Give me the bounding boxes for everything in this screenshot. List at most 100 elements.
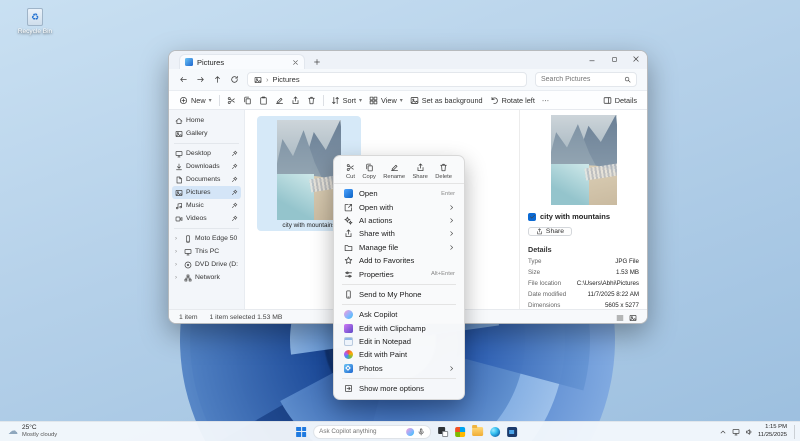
tab-pictures[interactable]: Pictures bbox=[179, 54, 305, 69]
menu-item-edit-in-notepad[interactable]: Edit in Notepad bbox=[334, 335, 464, 348]
sidebar-item-desktop[interactable]: Desktop bbox=[172, 147, 241, 160]
window-controls: – bbox=[581, 51, 647, 69]
system-tray: 1:15 PM 11/25/2025 bbox=[719, 424, 796, 438]
minimize-button[interactable]: – bbox=[581, 51, 603, 69]
photo-region bbox=[551, 164, 589, 205]
sidebar-item-this-pc[interactable]: › This PC bbox=[172, 245, 241, 258]
thumbnail-view-toggle-icon[interactable] bbox=[629, 314, 637, 322]
speaker-icon[interactable] bbox=[745, 428, 753, 436]
paste-button[interactable] bbox=[259, 96, 268, 105]
menu-item-open[interactable]: Open Enter bbox=[334, 187, 464, 200]
location-icon bbox=[254, 76, 262, 84]
menu-item-edit-with-clipchamp[interactable]: Edit with Clipchamp bbox=[334, 322, 464, 335]
sidebar-item-videos[interactable]: Videos bbox=[172, 212, 241, 225]
context-menu: Cut Copy Rename Share Delete Open Enter … bbox=[333, 155, 465, 400]
selected-checkbox-icon[interactable] bbox=[528, 213, 536, 221]
menu-item-show-more-options[interactable]: Show more options bbox=[334, 382, 464, 395]
quick-cut-button[interactable]: Cut bbox=[346, 163, 355, 180]
network-tray-icon[interactable] bbox=[732, 428, 740, 436]
weather-widget[interactable]: ☁ 25°C Mostly cloudy bbox=[8, 424, 57, 438]
refresh-button[interactable] bbox=[230, 75, 239, 84]
set-as-background-button[interactable]: Set as background bbox=[410, 96, 483, 105]
recycle-bin-desktop-icon[interactable]: ♻ Recycle Bin bbox=[12, 8, 58, 35]
sort-button[interactable]: Sort▾ bbox=[331, 96, 362, 105]
file-explorer-taskbar-icon[interactable] bbox=[472, 427, 483, 436]
sidebar-item-label: Network bbox=[195, 274, 238, 281]
show-desktop-button[interactable] bbox=[794, 425, 796, 439]
command-bar: New▾ Sort▾ View▾ Set as background bbox=[169, 91, 647, 110]
microsoft-app-icon[interactable] bbox=[455, 427, 465, 437]
menu-item-open-with[interactable]: Open with bbox=[334, 200, 464, 213]
menu-item-share-with[interactable]: Share with bbox=[334, 227, 464, 240]
rotate-left-button[interactable]: Rotate left bbox=[490, 96, 535, 105]
taskbar-search-input[interactable] bbox=[319, 428, 403, 435]
start-button[interactable] bbox=[296, 427, 306, 437]
sidebar-item-dvd-drive[interactable]: › DVD Drive (D:) C bbox=[172, 258, 241, 271]
back-button[interactable] bbox=[179, 75, 188, 84]
tab-close-icon[interactable] bbox=[292, 59, 299, 66]
view-button[interactable]: View▾ bbox=[369, 96, 403, 105]
submenu-chevron-icon bbox=[448, 217, 455, 224]
details-row-type: Type JPG File bbox=[528, 258, 639, 265]
title-bar[interactable]: Pictures – bbox=[169, 51, 647, 69]
sidebar-item-label: Moto Edge 50 N bbox=[195, 235, 238, 242]
sidebar-item-network[interactable]: › Network bbox=[172, 271, 241, 284]
delete-button[interactable] bbox=[307, 96, 316, 105]
cut-button[interactable] bbox=[227, 96, 236, 105]
new-tab-button[interactable] bbox=[313, 58, 321, 66]
sidebar-item-gallery[interactable]: Gallery bbox=[172, 127, 241, 140]
maximize-button[interactable] bbox=[603, 51, 625, 69]
list-view-toggle-icon[interactable] bbox=[616, 314, 624, 322]
menu-item-add-to-favorites[interactable]: Add to Favorites bbox=[334, 254, 464, 267]
quick-delete-button[interactable]: Delete bbox=[435, 163, 452, 180]
forward-button[interactable] bbox=[196, 75, 205, 84]
delete-icon bbox=[439, 163, 448, 172]
menu-item-edit-with-paint[interactable]: Edit with Paint bbox=[334, 348, 464, 361]
new-button[interactable]: New▾ bbox=[179, 96, 212, 105]
search-box[interactable] bbox=[535, 72, 637, 87]
menu-item-send-to-my-phone[interactable]: Send to My Phone bbox=[334, 288, 464, 301]
taskbar-search[interactable] bbox=[313, 425, 431, 439]
pin-icon bbox=[231, 176, 238, 183]
star-icon bbox=[344, 256, 353, 265]
sidebar-item-label: This PC bbox=[195, 248, 238, 255]
sidebar-item-pictures[interactable]: Pictures bbox=[172, 186, 241, 199]
more-options-icon[interactable]: ⋯ bbox=[542, 96, 549, 105]
search-input[interactable] bbox=[541, 76, 624, 83]
quick-share-button[interactable]: Share bbox=[412, 163, 427, 180]
rename-button[interactable] bbox=[275, 96, 284, 105]
weather-condition: Mostly cloudy bbox=[22, 432, 57, 439]
up-button[interactable] bbox=[213, 75, 222, 84]
tray-chevron-up-icon[interactable] bbox=[719, 428, 727, 436]
menu-item-ask-copilot[interactable]: Ask Copilot bbox=[334, 308, 464, 321]
sidebar-item-phone[interactable]: › Moto Edge 50 N bbox=[172, 232, 241, 245]
taskbar: ☁ 25°C Mostly cloudy 1:15 PM bbox=[0, 421, 800, 441]
task-view-button[interactable] bbox=[438, 427, 448, 437]
close-button[interactable] bbox=[625, 51, 647, 69]
edge-browser-icon[interactable] bbox=[490, 427, 500, 437]
taskbar-clock[interactable]: 1:15 PM 11/25/2025 bbox=[758, 424, 787, 438]
details-pane-toggle[interactable]: Details bbox=[603, 96, 637, 105]
sidebar-item-documents[interactable]: Documents bbox=[172, 173, 241, 186]
expand-chevron-icon[interactable]: › bbox=[175, 236, 181, 242]
expand-chevron-icon[interactable]: › bbox=[175, 262, 181, 268]
gallery-icon bbox=[175, 130, 183, 138]
sidebar-item-home[interactable]: Home bbox=[172, 114, 241, 127]
sidebar-item-downloads[interactable]: Downloads bbox=[172, 160, 241, 173]
sidebar-divider bbox=[174, 228, 239, 229]
quick-copy-button[interactable]: Copy bbox=[362, 163, 376, 180]
breadcrumb[interactable]: › Pictures bbox=[247, 72, 527, 87]
expand-chevron-icon[interactable]: › bbox=[175, 275, 181, 281]
microphone-icon[interactable] bbox=[417, 428, 425, 436]
quick-rename-button[interactable]: Rename bbox=[383, 163, 405, 180]
menu-item-photos[interactable]: Photos bbox=[334, 362, 464, 375]
copy-button[interactable] bbox=[243, 96, 252, 105]
microsoft-store-icon[interactable] bbox=[507, 427, 517, 437]
share-file-button[interactable]: Share bbox=[528, 227, 572, 236]
menu-item-ai-actions[interactable]: AI actions bbox=[334, 214, 464, 227]
expand-chevron-icon[interactable]: › bbox=[175, 249, 181, 255]
menu-item-properties[interactable]: Properties Alt+Enter bbox=[334, 267, 464, 280]
sidebar-item-music[interactable]: Music bbox=[172, 199, 241, 212]
share-button[interactable] bbox=[291, 96, 300, 105]
menu-item-manage-file[interactable]: Manage file bbox=[334, 241, 464, 254]
